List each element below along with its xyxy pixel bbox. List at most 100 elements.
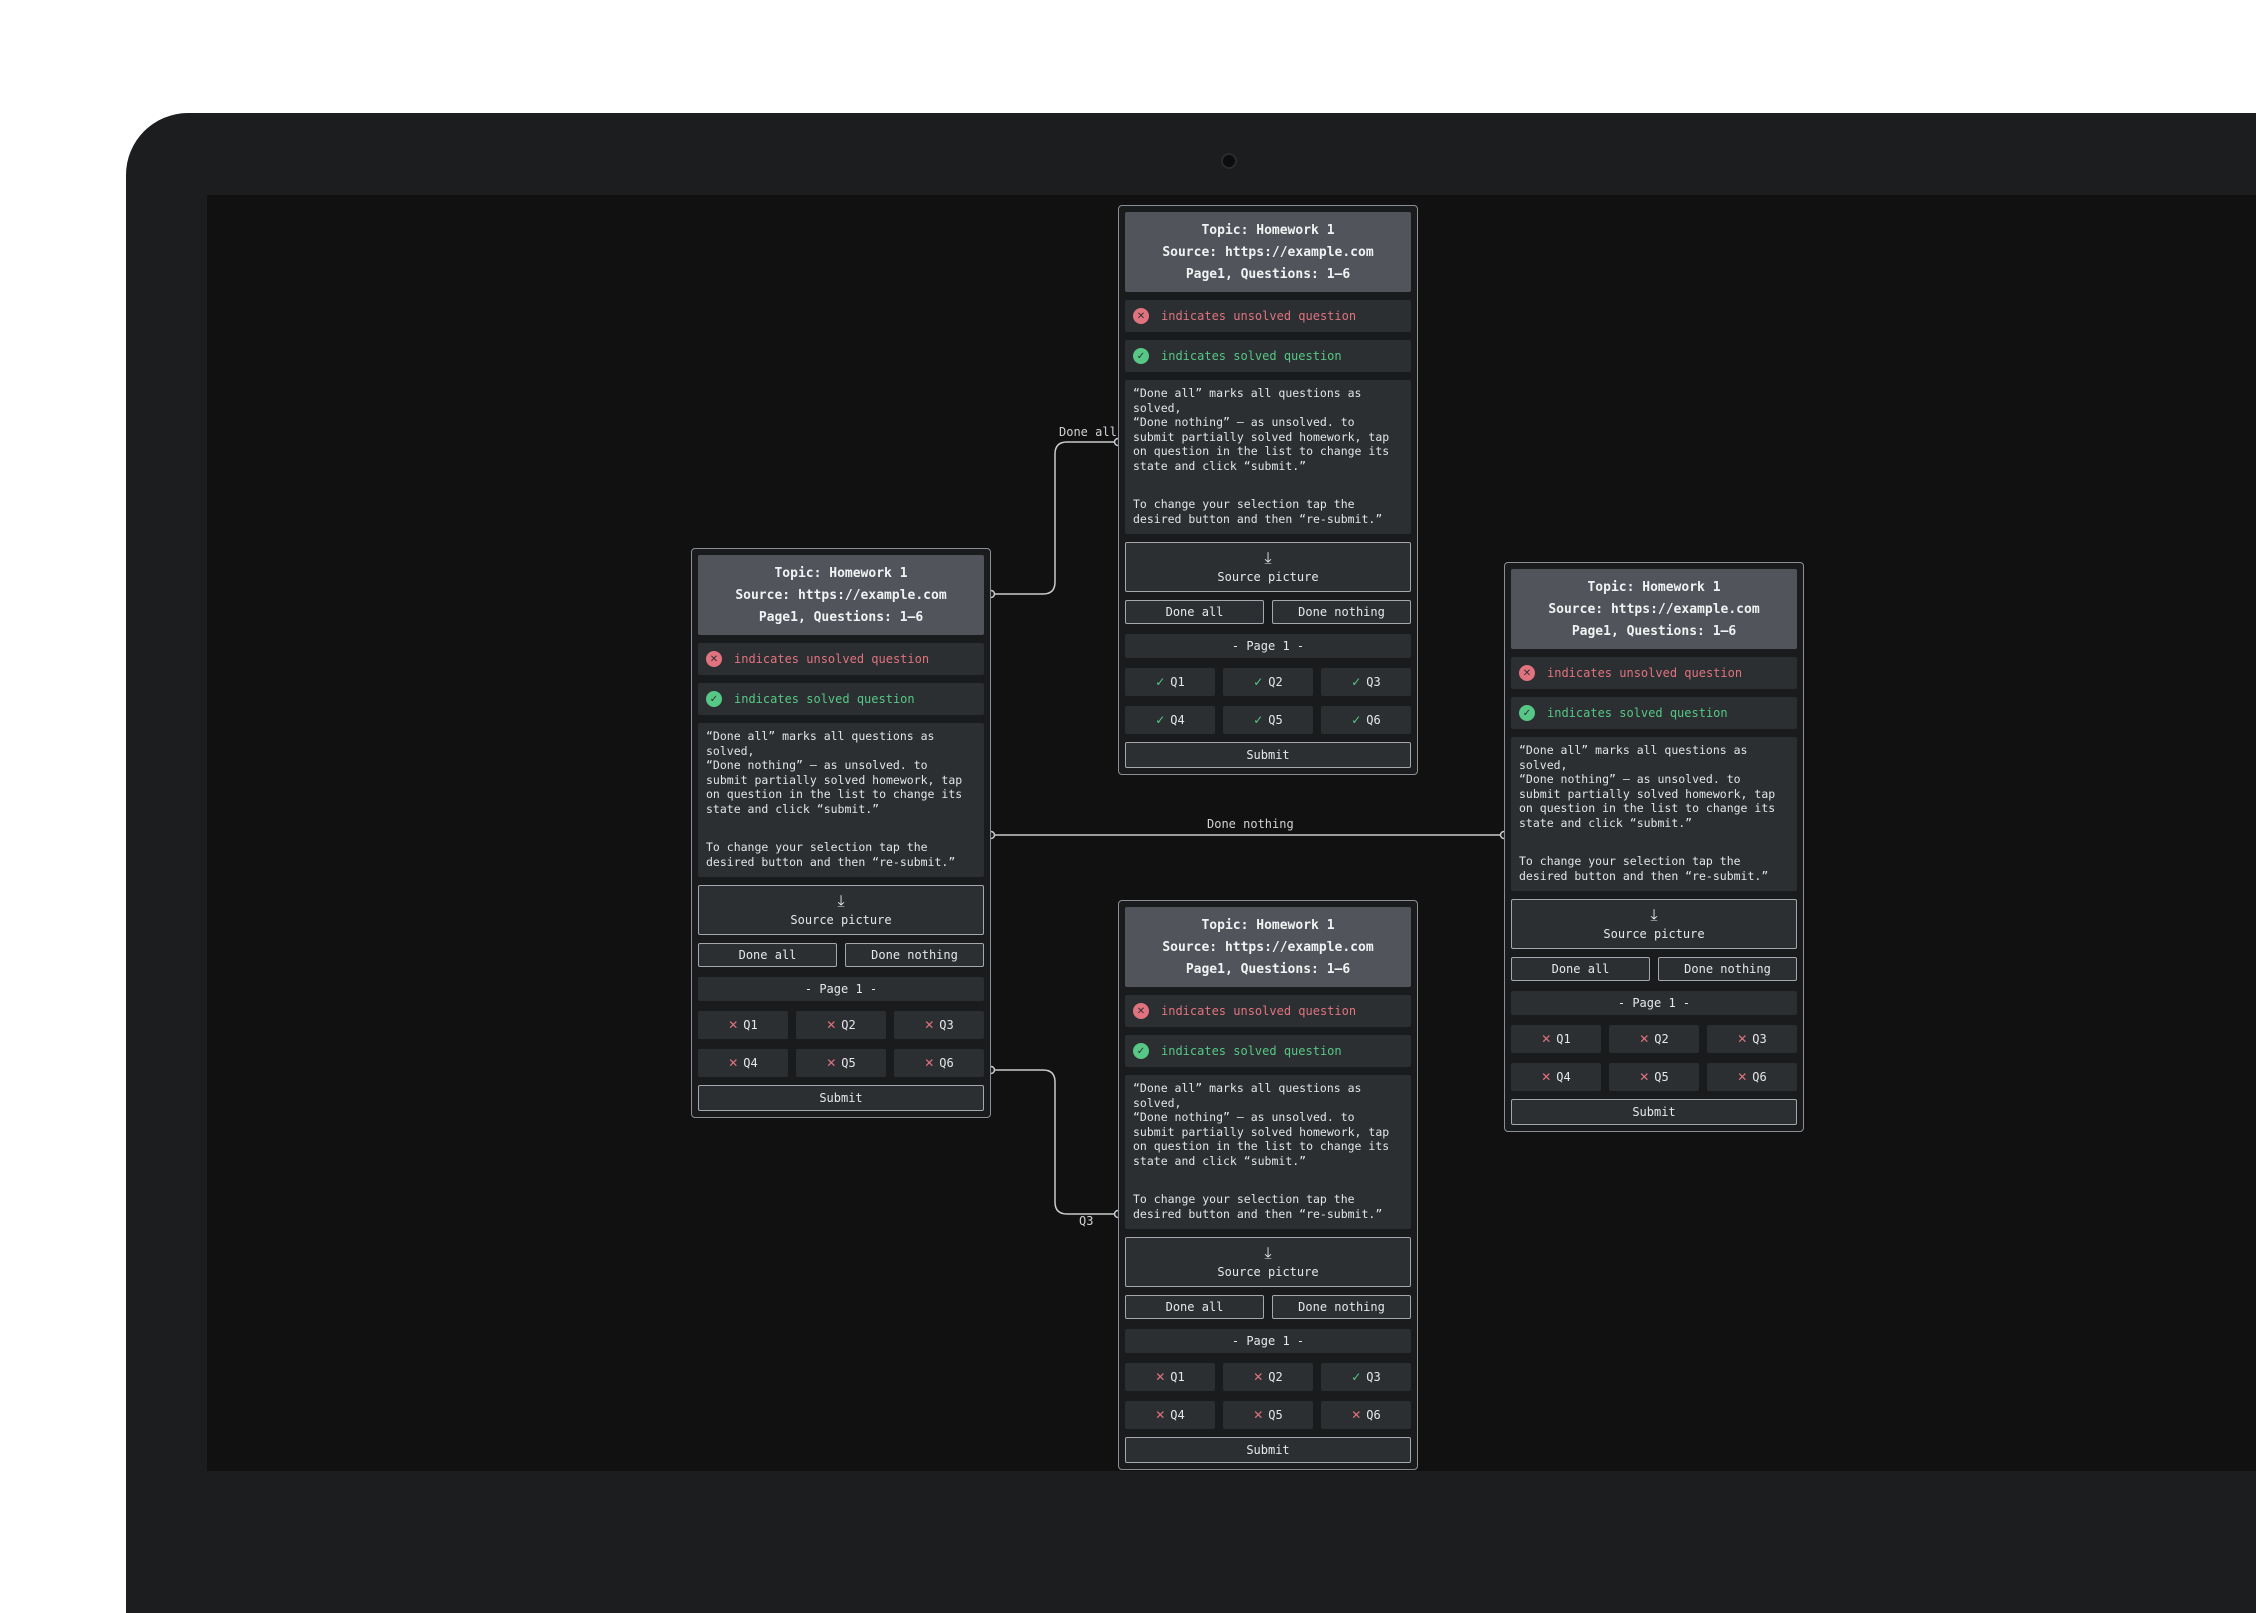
cross-icon: ✕ [1155, 1408, 1166, 1422]
help-text-2: To change your selection tap the desired… [706, 840, 956, 869]
question-q5[interactable]: ✕ Q5 [1223, 1401, 1313, 1429]
help-text-2: To change your selection tap the desired… [1519, 854, 1769, 883]
done-all-button[interactable]: Done all [1511, 957, 1650, 981]
question-label: Q2 [841, 1018, 856, 1032]
question-q2[interactable]: ✕ Q2 [1609, 1025, 1699, 1053]
card-topic: Topic: Homework 1 [1201, 918, 1335, 933]
question-q3[interactable]: ✓ Q3 [1321, 668, 1411, 696]
cross-icon: ✕ [728, 1018, 739, 1032]
source-picture-button[interactable]: ⤓ Source picture [1511, 899, 1797, 949]
download-icon: ⤓ [1264, 1243, 1272, 1262]
help-text-1: “Done all” marks all questions as solved… [706, 729, 963, 816]
done-nothing-button[interactable]: Done nothing [1272, 600, 1411, 624]
check-icon: ✓ [1351, 675, 1362, 689]
question-q6[interactable]: ✕ Q6 [1321, 1401, 1411, 1429]
help-text-1: “Done all” marks all questions as solved… [1133, 1081, 1390, 1168]
unsolved-legend-label: indicates unsolved question [1547, 666, 1743, 680]
question-q3[interactable]: ✕ Q3 [1707, 1025, 1797, 1053]
question-q6[interactable]: ✕ Q6 [1707, 1063, 1797, 1091]
question-q6[interactable]: ✓ Q6 [1321, 706, 1411, 734]
question-q1[interactable]: ✕ Q1 [698, 1011, 788, 1039]
done-nothing-button[interactable]: Done nothing [845, 943, 984, 967]
question-q4[interactable]: ✕ Q4 [698, 1049, 788, 1077]
done-all-button[interactable]: Done all [1125, 600, 1264, 624]
submit-button[interactable]: Submit [698, 1085, 984, 1111]
help-text: “Done all” marks all questions as solved… [1125, 1075, 1411, 1229]
x-circle-icon: ✕ [1133, 308, 1149, 324]
question-q2[interactable]: ✕ Q2 [796, 1011, 886, 1039]
solved-legend-label: indicates solved question [1161, 349, 1342, 363]
question-q4[interactable]: ✓ Q4 [1125, 706, 1215, 734]
cross-icon: ✕ [1253, 1408, 1264, 1422]
question-q2[interactable]: ✕ Q2 [1223, 1363, 1313, 1391]
check-icon: ✓ [1253, 675, 1264, 689]
question-label: Q1 [743, 1018, 758, 1032]
help-text-1: “Done all” marks all questions as solved… [1519, 743, 1776, 830]
question-q5[interactable]: ✓ Q5 [1223, 706, 1313, 734]
question-label: Q6 [939, 1056, 954, 1070]
solved-legend: ✓ indicates solved question [698, 683, 984, 715]
card-source: Source: https://example.com [1548, 602, 1760, 617]
source-picture-button[interactable]: ⤓ Source picture [698, 885, 984, 935]
card-header: Topic: Homework 1 Source: https://exampl… [698, 555, 984, 635]
cross-icon: ✕ [924, 1018, 935, 1032]
question-label: Q5 [1654, 1070, 1669, 1084]
download-icon: ⤓ [1264, 548, 1272, 567]
question-label: Q4 [1556, 1070, 1571, 1084]
transition-label-done-nothing: Done nothing [1207, 817, 1294, 831]
cross-icon: ✕ [1155, 1370, 1166, 1384]
done-nothing-button[interactable]: Done nothing [1658, 957, 1797, 981]
submit-button[interactable]: Submit [1125, 742, 1411, 768]
action-buttons: Done all Done nothing [698, 943, 984, 967]
page-label: - Page 1 - [698, 977, 984, 1001]
source-picture-label: Source picture [790, 913, 892, 927]
submit-button[interactable]: Submit [1511, 1099, 1797, 1125]
page-label: - Page 1 - [1125, 634, 1411, 658]
transition-label-done-all: Done all [1059, 425, 1117, 439]
question-q1[interactable]: ✕ Q1 [1125, 1363, 1215, 1391]
solved-legend: ✓ indicates solved question [1511, 697, 1797, 729]
source-picture-label: Source picture [1217, 1265, 1319, 1279]
help-text-2: To change your selection tap the desired… [1133, 497, 1383, 526]
question-q4[interactable]: ✕ Q4 [1511, 1063, 1601, 1091]
source-picture-label: Source picture [1603, 927, 1705, 941]
question-label: Q4 [743, 1056, 758, 1070]
camera-icon [1221, 153, 1237, 169]
question-q1[interactable]: ✕ Q1 [1511, 1025, 1601, 1053]
question-q5[interactable]: ✕ Q5 [796, 1049, 886, 1077]
homework-card-done-nothing: Topic: Homework 1 Source: https://exampl… [1504, 562, 1804, 1132]
source-picture-label: Source picture [1217, 570, 1319, 584]
question-q3[interactable]: ✓ Q3 [1321, 1363, 1411, 1391]
download-icon: ⤓ [1650, 905, 1658, 924]
unsolved-legend-label: indicates unsolved question [1161, 1004, 1357, 1018]
question-q1[interactable]: ✓ Q1 [1125, 668, 1215, 696]
card-topic: Topic: Homework 1 [774, 566, 908, 581]
submit-button[interactable]: Submit [1125, 1437, 1411, 1463]
question-q3[interactable]: ✕ Q3 [894, 1011, 984, 1039]
source-picture-button[interactable]: ⤓ Source picture [1125, 542, 1411, 592]
question-q5[interactable]: ✕ Q5 [1609, 1063, 1699, 1091]
question-q4[interactable]: ✕ Q4 [1125, 1401, 1215, 1429]
check-circle-icon: ✓ [1133, 1043, 1149, 1059]
unsolved-legend-label: indicates unsolved question [734, 652, 930, 666]
done-all-button[interactable]: Done all [698, 943, 837, 967]
source-picture-button[interactable]: ⤓ Source picture [1125, 1237, 1411, 1287]
done-all-button[interactable]: Done all [1125, 1295, 1264, 1319]
done-nothing-button[interactable]: Done nothing [1272, 1295, 1411, 1319]
homework-card-initial: Topic: Homework 1 Source: https://exampl… [691, 548, 991, 1118]
homework-card-q3-toggled: Topic: Homework 1 Source: https://exampl… [1118, 900, 1418, 1470]
question-label: Q2 [1268, 675, 1283, 689]
cross-icon: ✕ [1253, 1370, 1264, 1384]
cross-icon: ✕ [1541, 1032, 1552, 1046]
page-label: - Page 1 - [1511, 991, 1797, 1015]
x-circle-icon: ✕ [1133, 1003, 1149, 1019]
x-circle-icon: ✕ [1519, 665, 1535, 681]
question-label: Q4 [1170, 1408, 1185, 1422]
card-source: Source: https://example.com [735, 588, 947, 603]
help-text: “Done all” marks all questions as solved… [1511, 737, 1797, 891]
question-q2[interactable]: ✓ Q2 [1223, 668, 1313, 696]
check-icon: ✓ [1155, 675, 1166, 689]
solved-legend: ✓ indicates solved question [1125, 340, 1411, 372]
help-text-2: To change your selection tap the desired… [1133, 1192, 1383, 1221]
question-q6[interactable]: ✕ Q6 [894, 1049, 984, 1077]
